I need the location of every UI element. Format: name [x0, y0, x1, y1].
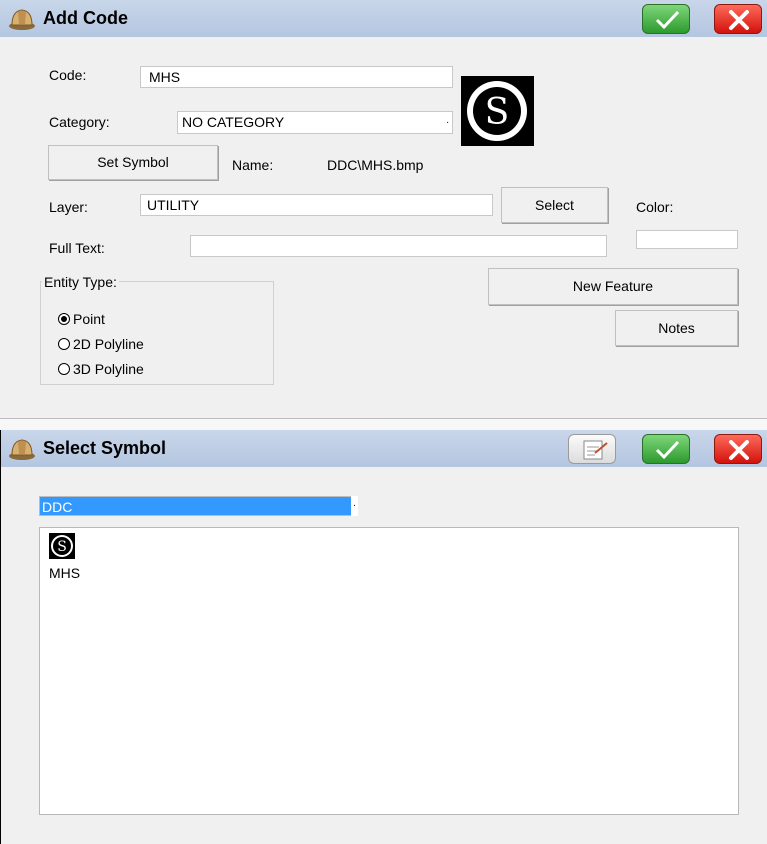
color-swatch[interactable] — [636, 230, 738, 249]
set-symbol-button[interactable]: Set Symbol — [48, 145, 218, 180]
symbol-list[interactable]: S MHS — [39, 527, 739, 815]
symbol-glyph: S — [57, 539, 67, 555]
symbol-library-select[interactable]: DDC — [39, 496, 357, 516]
symbol-preview: S — [461, 76, 534, 146]
entity-type-label: Entity Type: — [42, 274, 119, 290]
close-icon — [729, 10, 749, 30]
window-separator — [0, 418, 767, 430]
add-code-window: Add Code Code: MHS Category: NO CATEGORY… — [0, 0, 767, 418]
notepad-icon — [583, 440, 608, 460]
category-select[interactable]: NO CATEGORY — [177, 111, 453, 134]
full-text-label: Full Text: — [49, 240, 105, 256]
hard-hat-icon — [9, 439, 35, 460]
window-border — [0, 430, 4, 844]
select-symbol-titlebar: Select Symbol — [0, 430, 767, 467]
notes-button[interactable]: Notes — [615, 310, 738, 346]
cancel-button[interactable] — [714, 4, 762, 34]
chevron-down-icon: · — [446, 117, 450, 128]
code-field[interactable]: MHS — [140, 66, 453, 88]
close-icon — [729, 440, 749, 460]
full-text-field[interactable] — [190, 235, 607, 257]
ok-button[interactable] — [642, 4, 690, 34]
cancel-button[interactable] — [714, 434, 762, 464]
add-code-titlebar: Add Code — [0, 0, 767, 37]
radio-unselected-icon — [58, 363, 70, 375]
add-code-title: Add Code — [43, 8, 128, 28]
hard-hat-icon — [9, 9, 35, 30]
symbol-name-value: DDC\MHS.bmp — [327, 157, 424, 173]
category-label: Category: — [49, 114, 110, 130]
select-layer-button[interactable]: Select — [501, 187, 608, 223]
symbol-glyph: S — [485, 92, 510, 133]
layer-label: Layer: — [49, 199, 88, 215]
name-label: Name: — [232, 157, 274, 173]
code-label: Code: — [49, 67, 87, 83]
symbol-item-icon[interactable]: S — [49, 533, 75, 559]
layer-field[interactable]: UTILITY — [140, 194, 493, 216]
edit-list-button[interactable] — [568, 434, 616, 464]
radio-selected-icon — [58, 313, 70, 325]
color-label: Color: — [636, 199, 674, 215]
manhole-symbol-icon: S — [51, 535, 73, 557]
select-symbol-title: Select Symbol — [43, 438, 167, 458]
ok-button[interactable] — [642, 434, 690, 464]
chevron-down-icon: · — [351, 496, 358, 516]
manhole-symbol-icon: S — [467, 81, 527, 141]
new-feature-button[interactable]: New Feature — [488, 268, 738, 305]
radio-3d-polyline[interactable]: 3D Polyline — [58, 361, 144, 377]
checkmark-icon — [655, 10, 680, 30]
checkmark-icon — [655, 440, 680, 460]
radio-2d-polyline[interactable]: 2D Polyline — [58, 336, 144, 352]
radio-point[interactable]: Point — [58, 311, 105, 327]
radio-unselected-icon — [58, 338, 70, 350]
symbol-item-label[interactable]: MHS — [49, 565, 80, 581]
